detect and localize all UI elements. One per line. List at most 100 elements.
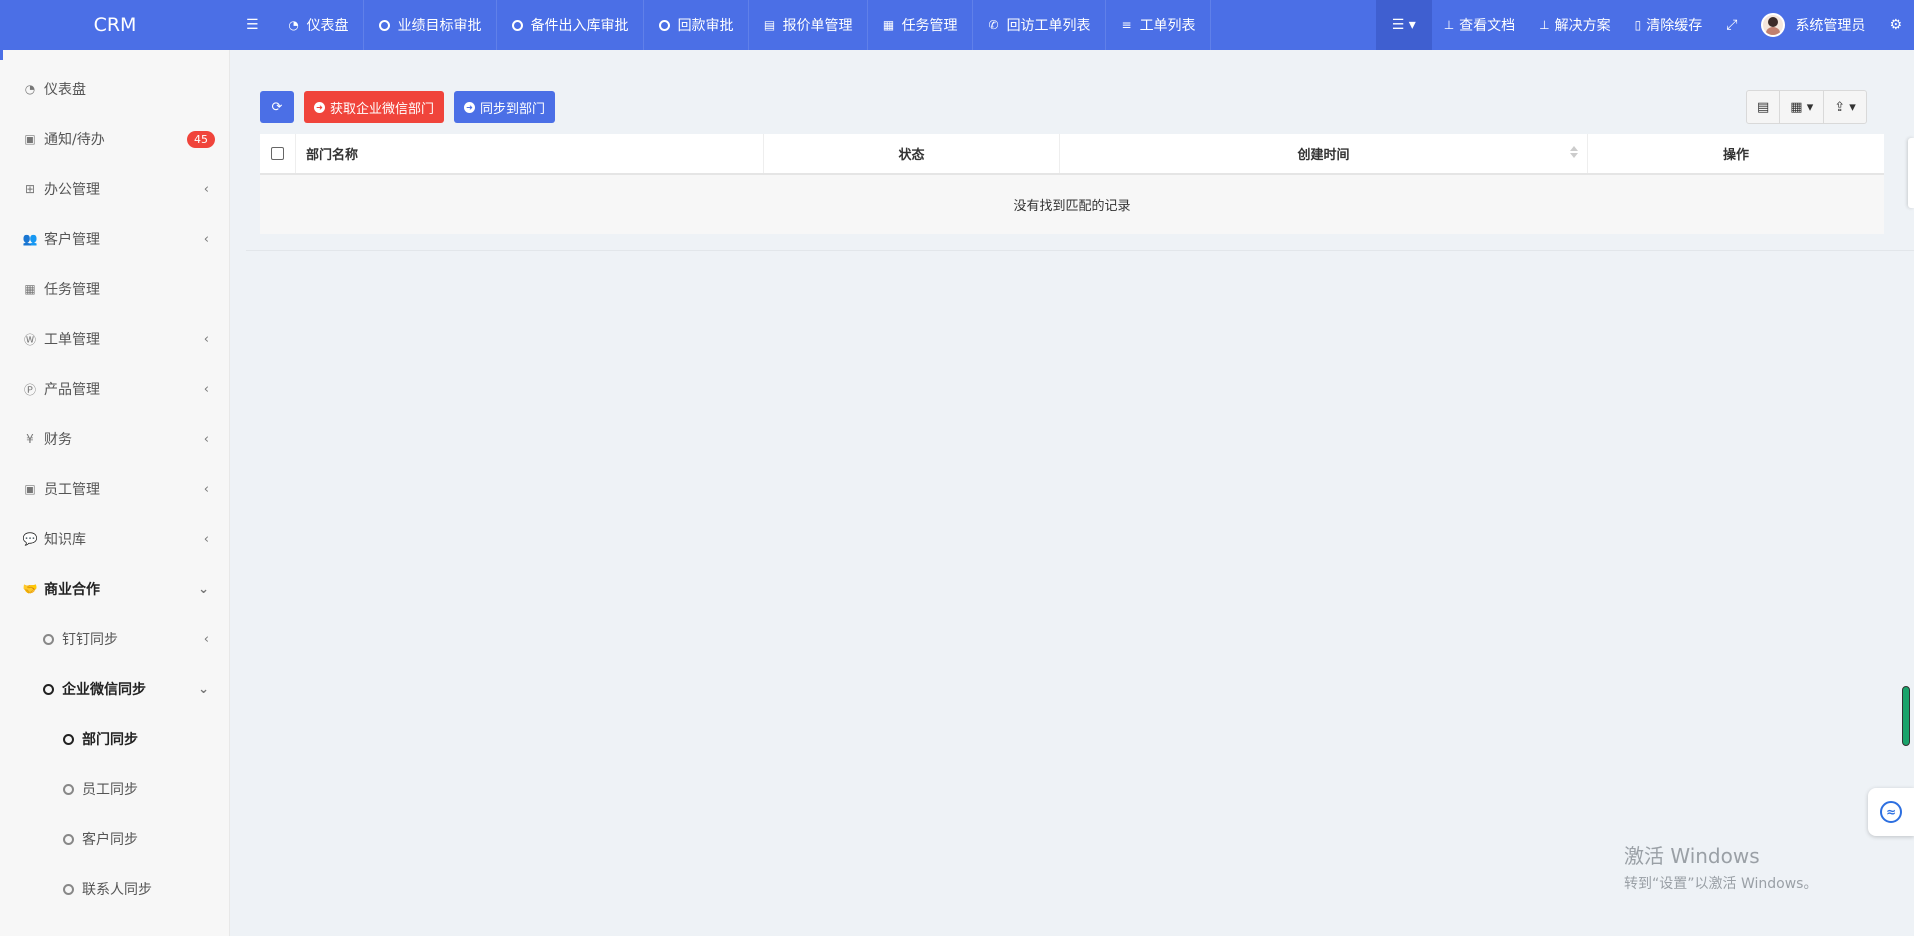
topnav-label: 仪表盘 (306, 18, 349, 34)
comments-icon: 💬 (22, 532, 38, 546)
sidebar-item-label: 仪表盘 (44, 82, 86, 98)
sidebar-item-customers[interactable]: 👥 客户管理 ‹ (0, 214, 229, 264)
arrow-circle-icon: ➜ (314, 101, 325, 113)
user-name: 系统管理员 (1795, 18, 1866, 34)
chevron-left-icon: ‹ (203, 181, 209, 197)
column-header-name: 部门名称 (296, 134, 764, 173)
sidebar-item-staff-sync[interactable]: 员工同步 (0, 764, 229, 814)
list-icon: ☰ ▾ (1391, 17, 1416, 33)
watermark-line2: 转到“设置”以激活 Windows。 (1624, 876, 1818, 892)
user-menu[interactable]: 系统管理员 (1749, 0, 1877, 50)
column-header-actions: 操作 (1722, 148, 1749, 163)
circle-icon (43, 633, 54, 645)
sidebar-item-label: 员工管理 (44, 482, 100, 498)
sidebar-item-label: 企业微信同步 (62, 682, 146, 698)
sidebar-item-label: 任务管理 (44, 282, 100, 298)
calendar-icon: ▦ (882, 18, 895, 32)
table-header: 部门名称 状态 创建时间 操作 (260, 134, 1884, 175)
sidebar: ◔ 仪表盘 ▣ 通知/待办 45 ⊞ 办公管理 ‹ 👥 客户管理 ‹ ▦ 任务管… (0, 50, 230, 936)
refresh-icon: ⟳ (271, 99, 283, 115)
export-button[interactable]: ⇪ ▾ (1824, 91, 1866, 123)
circle-icon (43, 683, 54, 695)
sidebar-item-department-sync[interactable]: 部门同步 (0, 714, 229, 764)
circle-icon (658, 18, 672, 32)
sidebar-item-label: 通知/待办 (44, 132, 105, 148)
chevron-left-icon: ‹ (203, 331, 209, 347)
topnav-label: 回款审批 (677, 18, 734, 34)
panel-divider (246, 250, 1914, 251)
assistant-button[interactable]: ≈ (1868, 788, 1914, 836)
table-tools: ▤ ▦ ▾ ⇪ ▾ (1746, 90, 1867, 124)
sidebar-item-knowledge[interactable]: 💬 知识库 ‹ (0, 514, 229, 564)
view-docs-link[interactable]: ⊥ 查看文档 (1432, 0, 1527, 50)
card-view-icon: ▤ (1757, 99, 1770, 115)
brand-logo[interactable]: CRM (0, 0, 230, 50)
chevron-left-icon: ‹ (203, 381, 209, 397)
sidebar-item-products[interactable]: Ⓟ 产品管理 ‹ (0, 364, 229, 414)
topnav-label: 任务管理 (901, 18, 958, 34)
sidebar-item-work-orders[interactable]: Ⓦ 工单管理 ‹ (0, 314, 229, 364)
sidebar-item-label: 商业合作 (44, 582, 100, 598)
sidebar-item-tasks[interactable]: ▦ 任务管理 (0, 264, 229, 314)
arrow-circle-icon: ➜ (464, 101, 476, 113)
more-menu-button[interactable]: ☰ ▾ (1375, 0, 1432, 50)
sidebar-item-dingtalk-sync[interactable]: 钉钉同步 ‹ (0, 614, 229, 664)
sidebar-item-label: 联系人同步 (82, 882, 152, 898)
sidebar-item-customer-sync[interactable]: 客户同步 (0, 814, 229, 864)
sidebar-item-label: 钉钉同步 (62, 632, 118, 648)
view-docs-label: 查看文档 (1459, 18, 1516, 34)
avatar (1761, 13, 1786, 37)
department-table: 部门名称 状态 创建时间 操作 没有找到匹配的记录 (260, 134, 1884, 234)
topnav-revisit-orders[interactable]: ✆ 回访工单列表 (973, 0, 1106, 50)
watermark-line1: 激活 Windows (1624, 844, 1760, 868)
topnav-tasks[interactable]: ▦ 任务管理 (868, 0, 973, 50)
sidebar-item-staff[interactable]: ▣ 员工管理 ‹ (0, 464, 229, 514)
column-header-created[interactable]: 创建时间 (1060, 134, 1588, 173)
side-drawer-tab[interactable] (1908, 138, 1914, 208)
sidebar-item-wecom-sync[interactable]: 企业微信同步 ⌄ (0, 664, 229, 714)
fullscreen-button[interactable]: ⤢ (1714, 0, 1749, 50)
clear-cache-label: 清除缓存 (1646, 18, 1703, 34)
top-navbar: CRM ☰ ◔ 仪表盘 业绩目标审批 备件出入库审批 回款审批 ▤ 报价单管理 … (0, 0, 1914, 50)
columns-button[interactable]: ▦ ▾ (1780, 91, 1825, 123)
yen-icon: ¥ (26, 432, 34, 446)
topnav-label: 备件出入库审批 (530, 18, 629, 34)
users-icon: 👥 (22, 232, 38, 246)
topnav-payment-approval[interactable]: 回款审批 (644, 0, 749, 50)
sidebar-item-notifications[interactable]: ▣ 通知/待办 45 (0, 114, 229, 164)
settings-button[interactable]: ⚙ (1877, 0, 1914, 50)
sidebar-item-business[interactable]: 🤝 商业合作 ⌄ (0, 564, 229, 614)
sidebar-item-contact-sync[interactable]: 联系人同步 (0, 864, 229, 914)
topnav-target-approval[interactable]: 业绩目标审批 (364, 0, 497, 50)
sidebar-toggle-button[interactable]: ☰ (230, 0, 273, 50)
sidebar-item-dashboard[interactable]: ◔ 仪表盘 (0, 64, 229, 114)
select-all-checkbox[interactable] (271, 147, 284, 160)
sidebar-item-office[interactable]: ⊞ 办公管理 ‹ (0, 164, 229, 214)
refresh-button[interactable]: ⟳ (260, 91, 294, 123)
windows-icon: ⊞ (24, 182, 36, 196)
sync-to-departments-label: 同步到部门 (480, 101, 546, 117)
toggle-view-button[interactable]: ▤ (1747, 91, 1781, 123)
topnav-label: 报价单管理 (782, 18, 853, 34)
topnav-dashboard[interactable]: ◔ 仪表盘 (273, 0, 364, 50)
topnav-parts-approval[interactable]: 备件出入库审批 (497, 0, 644, 50)
sidebar-item-finance[interactable]: ¥ 财务 ‹ (0, 414, 229, 464)
top-nav: ☰ ◔ 仪表盘 业绩目标审批 备件出入库审批 回款审批 ▤ 报价单管理 ▦ 任务… (230, 0, 1211, 50)
product-icon: Ⓟ (23, 382, 36, 397)
column-header-created-label: 创建时间 (1297, 148, 1350, 163)
sidebar-item-label: 员工同步 (82, 782, 138, 798)
chevron-left-icon: ‹ (203, 431, 209, 447)
clear-cache-button[interactable]: ▯ 清除缓存 (1623, 0, 1715, 50)
floating-scroll-widget[interactable] (1902, 686, 1910, 746)
top-right-menu: ☰ ▾ ⊥ 查看文档 ⊥ 解决方案 ▯ 清除缓存 ⤢ 系统管理员 ⚙ (1375, 0, 1914, 50)
circle-icon (63, 833, 74, 845)
sidebar-accent (0, 50, 3, 60)
main-content: ⟳ ➜ 获取企业微信部门 ➜ 同步到部门 ▤ ▦ ▾ ⇪ ▾ 部门名称 状态 创… (246, 50, 1914, 936)
topnav-work-orders[interactable]: ≡ 工单列表 (1106, 0, 1211, 50)
fetch-wecom-departments-button[interactable]: ➜ 获取企业微信部门 (304, 91, 445, 123)
sync-to-departments-button[interactable]: ➜ 同步到部门 (454, 91, 556, 123)
toolbar: ⟳ ➜ 获取企业微信部门 ➜ 同步到部门 (260, 91, 556, 123)
topnav-quotation[interactable]: ▤ 报价单管理 (749, 0, 868, 50)
column-header-status: 状态 (764, 134, 1060, 173)
solutions-link[interactable]: ⊥ 解决方案 (1527, 0, 1622, 50)
